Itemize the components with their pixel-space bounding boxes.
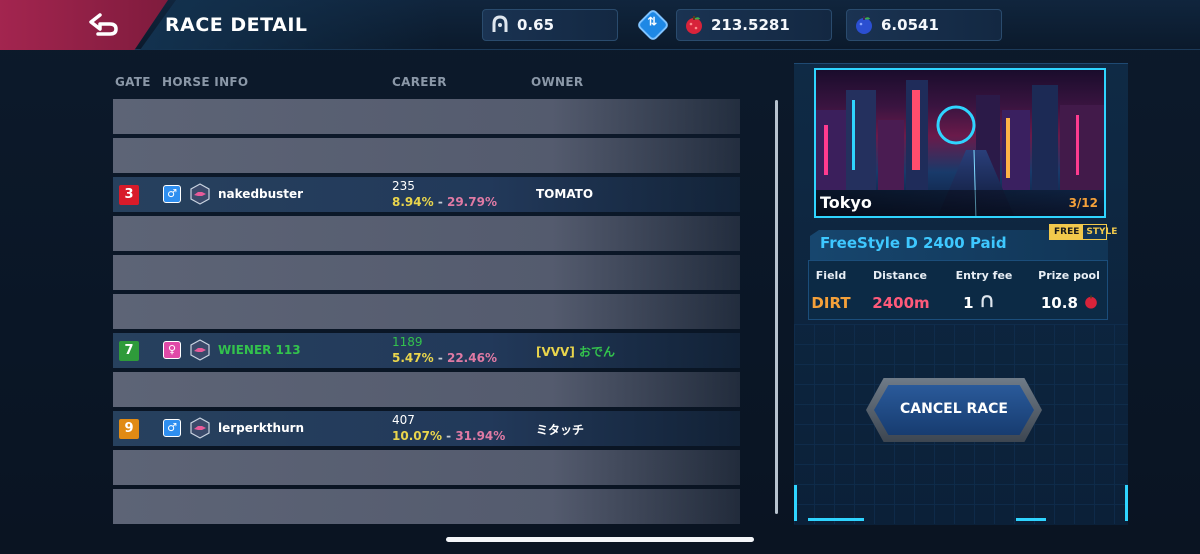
empty-entry-row xyxy=(113,489,740,524)
entry-fee-value: 1 xyxy=(959,294,999,312)
column-header-career: CAREER xyxy=(392,75,447,89)
scrollbar[interactable] xyxy=(775,100,778,514)
panel-edge-decoration xyxy=(1125,485,1128,521)
sex-icon: ♂ xyxy=(163,185,181,203)
cancel-race-button[interactable]: CANCEL RACE xyxy=(866,378,1042,442)
owner-name: TOMATO xyxy=(536,187,593,201)
race-stats: Field Distance Entry fee Prize pool DIRT… xyxy=(808,260,1108,320)
empty-entry-row xyxy=(113,255,740,290)
empty-entry-row xyxy=(113,99,740,134)
swap-button[interactable]: ⇅ xyxy=(636,8,670,42)
entry-row[interactable]: 7 ♀ WIENER 113 1189 5.47% - 22.46% [VVV] おでん xyxy=(113,333,740,368)
home-indicator[interactable] xyxy=(446,537,754,542)
swap-icon: ⇅ xyxy=(647,14,658,29)
empty-entry-row xyxy=(113,138,740,173)
panel-edge-decoration xyxy=(808,518,864,521)
horse-badge-icon xyxy=(190,417,210,439)
blueberry-balance: 6.0541 xyxy=(846,9,1002,41)
distance-value: 2400m xyxy=(872,294,930,312)
win-rate: 5.47% xyxy=(392,351,434,365)
owner-text: おでん xyxy=(579,345,616,359)
page-title: RACE DETAIL xyxy=(165,14,308,36)
sex-icon: ♂ xyxy=(163,419,181,437)
apple-icon xyxy=(1085,295,1097,309)
career-percentages: 10.07% - 31.94% xyxy=(392,429,505,443)
column-header-gate: GATE xyxy=(115,75,151,89)
horseshoe-icon xyxy=(981,295,993,308)
owner-name: [VVV] おでん xyxy=(536,343,615,360)
blueberry-value: 6.0541 xyxy=(881,16,939,34)
career-percentages: 5.47% - 22.46% xyxy=(392,351,497,365)
empty-entry-row xyxy=(113,450,740,485)
badge-style: STYLE xyxy=(1086,227,1118,237)
horseshoe-value: 0.65 xyxy=(517,16,555,34)
owner-text: TOMATO xyxy=(536,187,594,201)
rate-separator: - xyxy=(441,429,456,443)
win-rate: 10.07% xyxy=(392,429,442,443)
column-header-horse-info: HORSE INFO xyxy=(162,75,249,89)
apple-balance: 213.5281 xyxy=(676,9,832,41)
gate-number: 7 xyxy=(119,341,139,361)
horse-name[interactable]: WIENER 113 xyxy=(218,343,301,357)
entry-fee-amount: 1 xyxy=(963,294,974,312)
freestyle-badge: FREE STYLE xyxy=(1049,224,1117,240)
entry-list: 3 ♂ nakedbuster 235 8.94% - 29.79% TOMATO 7 ♀ WI… xyxy=(113,99,740,528)
horseshoe-icon xyxy=(492,15,508,32)
field-label: Field xyxy=(815,269,847,282)
place-rate: 22.46% xyxy=(446,351,497,365)
field-value: DIRT xyxy=(811,294,851,312)
career-races: 407 xyxy=(392,413,415,427)
back-arrow-icon xyxy=(89,13,118,36)
distance-label: Distance xyxy=(873,269,927,282)
track-entry-count: 3/12 xyxy=(1068,196,1098,210)
gate-number: 9 xyxy=(119,419,139,439)
apple-icon xyxy=(686,16,702,34)
place-rate: 29.79% xyxy=(446,195,497,209)
owner-name: ミタッチ xyxy=(536,421,584,438)
horse-badge-icon xyxy=(190,183,210,205)
track-city: Tokyo xyxy=(820,193,872,212)
entry-row[interactable]: 9 ♂ lerperkthurn 407 10.07% - 31.94% ミタッチ xyxy=(113,411,740,446)
track-label-bar: Tokyo 3/12 xyxy=(816,190,1104,216)
prize-pool-label: Prize pool xyxy=(1038,269,1100,282)
entry-fee-label: Entry fee xyxy=(955,269,1013,282)
horse-name[interactable]: lerperkthurn xyxy=(218,421,304,435)
panel-edge-decoration xyxy=(1016,518,1046,521)
badge-free: FREE xyxy=(1050,225,1084,239)
race-info-panel: Tokyo 3/12 FreeStyle D 2400 Paid FREE ST… xyxy=(794,63,1128,525)
horseshoe-balance: 0.65 xyxy=(482,9,618,41)
panel-edge-decoration xyxy=(794,485,797,521)
entry-row[interactable]: 3 ♂ nakedbuster 235 8.94% - 29.79% TOMATO xyxy=(113,177,740,212)
horse-name[interactable]: nakedbuster xyxy=(218,187,303,201)
win-rate: 8.94% xyxy=(392,195,434,209)
apple-value: 213.5281 xyxy=(711,16,790,34)
blueberry-icon xyxy=(856,16,872,34)
empty-entry-row xyxy=(113,216,740,251)
column-header-owner: OWNER xyxy=(531,75,584,89)
rate-separator: - xyxy=(433,351,447,365)
sex-icon: ♀ xyxy=(163,341,181,359)
cancel-race-label: CANCEL RACE xyxy=(900,401,1008,417)
top-bar: RACE DETAIL 0.65 ⇅ 213.5281 6.0541 xyxy=(0,0,1200,50)
gate-number: 3 xyxy=(119,185,139,205)
career-races: 1189 xyxy=(392,335,423,349)
prize-pool-amount: 10.8 xyxy=(1040,294,1078,312)
prize-pool-value: 10.8 xyxy=(1035,294,1105,312)
rate-separator: - xyxy=(433,195,447,209)
place-rate: 31.94% xyxy=(455,429,506,443)
owner-text: ミタッチ xyxy=(536,423,585,437)
owner-guild-tag: [VVV] xyxy=(536,345,580,359)
career-percentages: 8.94% - 29.79% xyxy=(392,195,497,209)
empty-entry-row xyxy=(113,294,740,329)
track-image: Tokyo 3/12 xyxy=(814,68,1106,218)
back-button[interactable] xyxy=(0,0,168,50)
career-races: 235 xyxy=(392,179,415,193)
race-name: FreeStyle D 2400 Paid xyxy=(820,234,1007,252)
empty-entry-row xyxy=(113,372,740,407)
horse-badge-icon xyxy=(190,339,210,361)
